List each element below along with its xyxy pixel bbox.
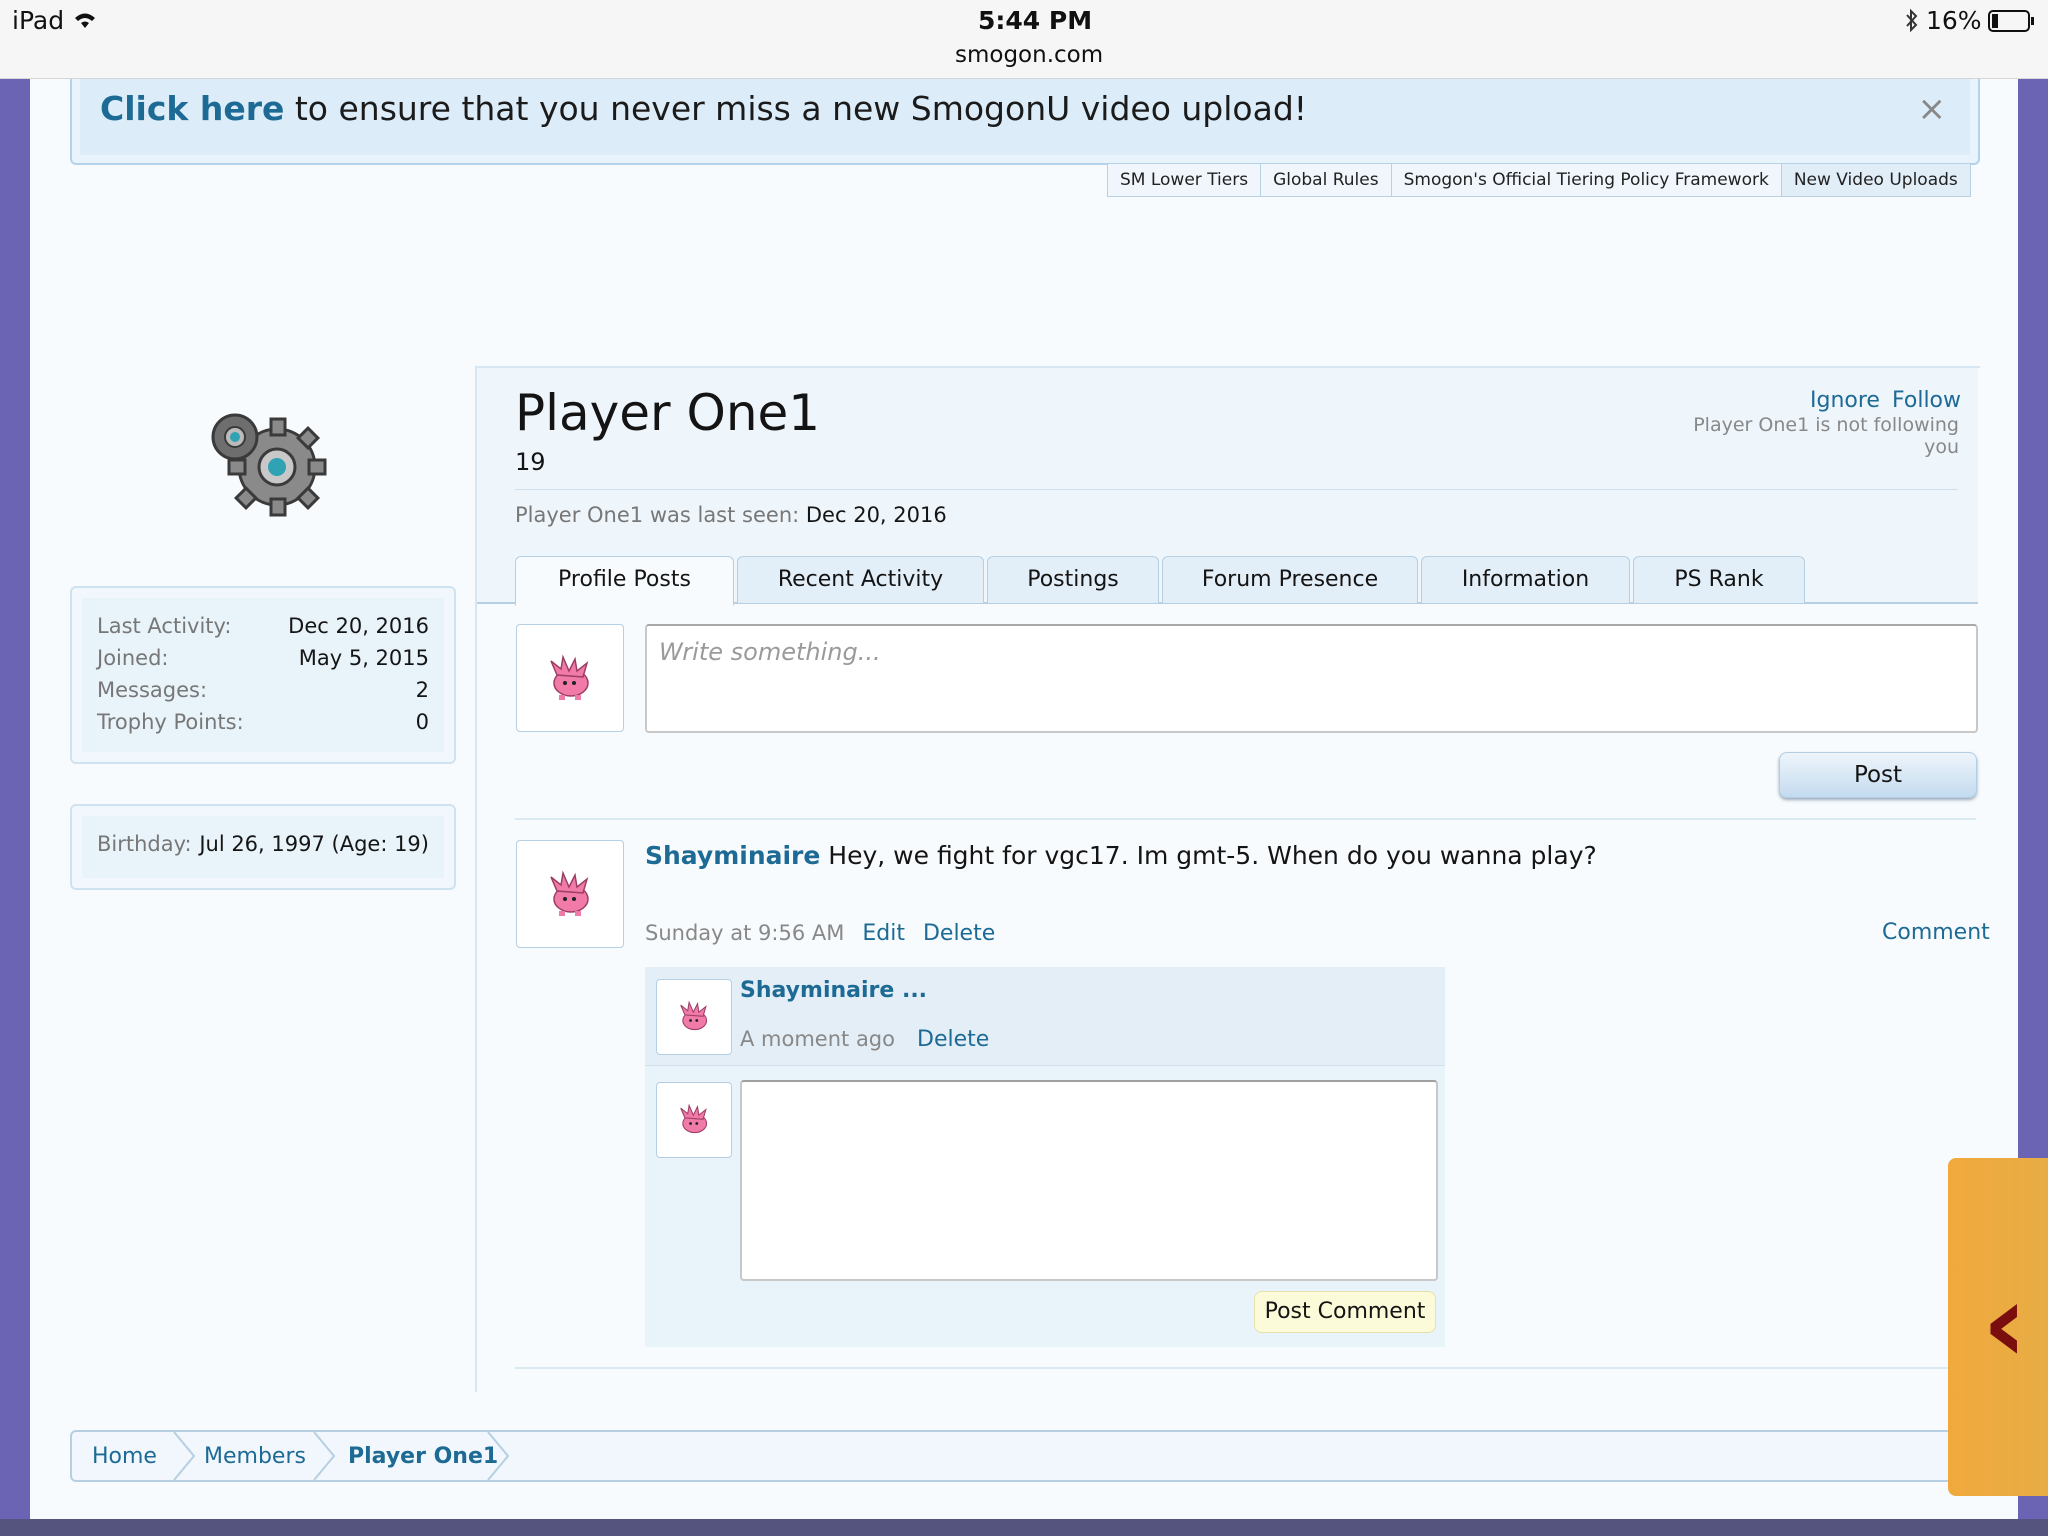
- tab-postings[interactable]: Postings: [987, 556, 1159, 603]
- stat-last-activity: Last Activity: Dec 20, 2016: [97, 614, 429, 644]
- notice-banner: Click here to ensure that you never miss…: [70, 79, 1980, 165]
- edit-link[interactable]: Edit: [862, 921, 905, 946]
- message-author-link[interactable]: Shayminaire: [645, 841, 820, 870]
- tab-ps-rank[interactable]: PS Rank: [1633, 556, 1805, 603]
- stat-value: May 5, 2015: [298, 646, 429, 670]
- post-comment-button[interactable]: Post Comment: [1254, 1291, 1436, 1333]
- chevron-left-icon: ‹: [1982, 1259, 2028, 1387]
- delete-link[interactable]: Delete: [923, 921, 995, 946]
- subnav-tab-sm-lower-tiers[interactable]: SM Lower Tiers: [1107, 164, 1262, 197]
- message-text: Hey, we fight for vgc17. Im gmt-5. When …: [828, 841, 1597, 870]
- stat-value: Dec 20, 2016: [288, 614, 429, 638]
- divider: [515, 818, 1976, 820]
- notice-link[interactable]: Click here: [100, 89, 284, 128]
- slide-out-tab[interactable]: ‹: [1948, 1158, 2048, 1496]
- subnav-tab-tiering-policy[interactable]: Smogon's Official Tiering Policy Framewo…: [1390, 164, 1782, 197]
- ios-status-bar: iPad 5:44 PM smogon.com 16%: [0, 0, 2048, 79]
- breadcrumb-members[interactable]: Members: [204, 1444, 306, 1469]
- stat-trophy-points: Trophy Points: 0: [97, 710, 429, 740]
- user-title: 19: [515, 448, 546, 476]
- stat-birthday: Birthday: Jul 26, 1997 (Age: 19): [97, 832, 429, 862]
- corsola-icon: [550, 654, 589, 700]
- comment-delete-link[interactable]: Delete: [917, 1027, 989, 1052]
- composer-avatar[interactable]: [516, 624, 624, 732]
- comment-time[interactable]: A moment ago: [740, 1027, 895, 1051]
- tab-recent-activity[interactable]: Recent Activity: [737, 556, 984, 603]
- gear-avatar-icon[interactable]: [195, 405, 335, 525]
- bottom-strip: [0, 1519, 2048, 1536]
- corsola-icon: [550, 870, 589, 916]
- url-bar[interactable]: smogon.com: [955, 42, 1103, 68]
- tab-forum-presence[interactable]: Forum Presence: [1162, 556, 1418, 603]
- divider: [515, 1367, 1976, 1369]
- stat-label: Trophy Points:: [97, 710, 244, 734]
- notice-inner: Click here to ensure that you never miss…: [80, 79, 1970, 155]
- birthday-label: Birthday:: [97, 832, 192, 856]
- comment-author-link[interactable]: Shayminaire ...: [740, 978, 927, 1003]
- stat-label: Last Activity:: [97, 614, 232, 638]
- birthday-box: Birthday: Jul 26, 1997 (Age: 19): [70, 804, 456, 890]
- stat-joined: Joined: May 5, 2015: [97, 646, 429, 676]
- message-meta: Sunday at 9:56 AM Edit Delete: [645, 921, 995, 946]
- post-button[interactable]: Post: [1779, 752, 1977, 798]
- tab-information[interactable]: Information: [1421, 556, 1630, 603]
- ignore-link[interactable]: Ignore: [1810, 388, 1880, 413]
- clock: 5:44 PM: [978, 6, 1093, 35]
- subnav-tab-global-rules[interactable]: Global Rules: [1260, 164, 1392, 197]
- header-divider: [515, 489, 1958, 490]
- chevron-right-icon: [313, 1432, 336, 1480]
- follow-status: Player One1 is not following you: [1693, 414, 1959, 458]
- wifi-icon: [75, 13, 95, 28]
- trophy-points-link[interactable]: 0: [416, 710, 429, 734]
- sub-navigation: SM Lower Tiers Global Rules Smogon's Off…: [1107, 164, 1971, 198]
- breadcrumb-home[interactable]: Home: [92, 1444, 157, 1469]
- last-seen: Player One1 was last seen: Dec 20, 2016: [515, 503, 947, 527]
- bluetooth-icon: [1906, 8, 1918, 33]
- notice-message: Click here to ensure that you never miss…: [100, 89, 1307, 128]
- close-icon[interactable]: ×: [1918, 89, 1947, 129]
- status-input[interactable]: Write something...: [645, 624, 1978, 733]
- member-stats-box: Last Activity: Dec 20, 2016 Joined: May 5,…: [70, 586, 456, 764]
- device-label: iPad: [12, 6, 65, 35]
- profile-tabs: Profile Posts Recent Activity Postings F…: [515, 556, 1808, 606]
- status-input-placeholder: Write something...: [659, 638, 881, 666]
- stat-value: 2: [415, 678, 429, 702]
- battery-icon: [1988, 10, 2034, 32]
- subnav-tab-new-video-uploads[interactable]: New Video Uploads: [1780, 164, 1971, 197]
- stat-messages: Messages: 2: [97, 678, 429, 708]
- comment-form-avatar[interactable]: [656, 1082, 732, 1158]
- chevron-right-icon: [487, 1432, 510, 1480]
- page-title: Player One1: [515, 384, 821, 442]
- comment-avatar[interactable]: [656, 979, 732, 1055]
- last-seen-value: Dec 20, 2016: [805, 503, 947, 527]
- comment-input[interactable]: [740, 1080, 1438, 1281]
- message-time[interactable]: Sunday at 9:56 AM: [645, 921, 844, 945]
- follow-link[interactable]: Follow: [1892, 388, 1961, 413]
- corsola-icon: [680, 1000, 708, 1031]
- message-avatar[interactable]: [516, 840, 624, 948]
- notice-text: to ensure that you never miss a new Smog…: [284, 89, 1308, 128]
- breadcrumb: Home Members Player One1: [70, 1430, 1980, 1482]
- last-seen-label: Player One1 was last seen:: [515, 503, 800, 527]
- breadcrumb-current[interactable]: Player One1: [348, 1444, 498, 1469]
- corsola-icon: [680, 1103, 708, 1134]
- battery-percent: 16%: [1926, 6, 1982, 35]
- comment-link[interactable]: Comment: [1882, 920, 1990, 945]
- chevron-right-icon: [173, 1432, 196, 1480]
- comment-meta: A moment ago Delete: [740, 1027, 989, 1052]
- birthday-value: Jul 26, 1997 (Age: 19): [199, 832, 429, 856]
- tab-profile-posts[interactable]: Profile Posts: [515, 556, 734, 606]
- stat-label: Joined:: [97, 646, 169, 670]
- stat-label: Messages:: [97, 678, 208, 702]
- profile-message: Shayminaire Hey, we fight for vgc17. Im …: [645, 841, 1597, 870]
